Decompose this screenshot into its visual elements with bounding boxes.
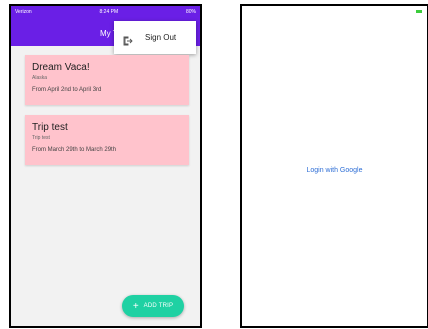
status-time: 8:24 PM — [99, 9, 119, 15]
left-phone-screen: Verizon 8:24 PM 80% My Tr Sign Out Dream… — [9, 4, 202, 328]
trip-dates: From April 2nd to April 3rd — [32, 87, 102, 93]
trip-card[interactable]: Dream Vaca! Alaska From April 2nd to Apr… — [25, 55, 189, 105]
trip-card[interactable]: Trip test Trip test From March 29th to M… — [25, 115, 189, 165]
login-with-google-link[interactable]: Login with Google — [242, 167, 427, 174]
battery-icon — [416, 10, 422, 13]
status-bar: Verizon 8:24 PM 80% — [11, 6, 200, 18]
add-trip-label: ADD TRIP — [143, 303, 174, 309]
trip-subtitle: Trip test — [32, 135, 50, 141]
add-trip-button[interactable]: + ADD TRIP — [122, 295, 184, 317]
trip-dates: From March 29th to March 29th — [32, 147, 117, 153]
trip-title: Dream Vaca! — [32, 62, 90, 73]
overflow-menu: Sign Out — [114, 21, 196, 54]
battery-label: 80% — [185, 9, 196, 15]
right-phone-screen: Login with Google — [240, 4, 428, 328]
trip-subtitle: Alaska — [32, 75, 48, 81]
carrier-label: Verizon — [15, 9, 32, 15]
logout-icon[interactable] — [123, 33, 133, 45]
plus-icon: + — [132, 300, 139, 312]
trip-title: Trip test — [32, 122, 68, 133]
sign-out-menu-item[interactable]: Sign Out — [145, 33, 176, 42]
